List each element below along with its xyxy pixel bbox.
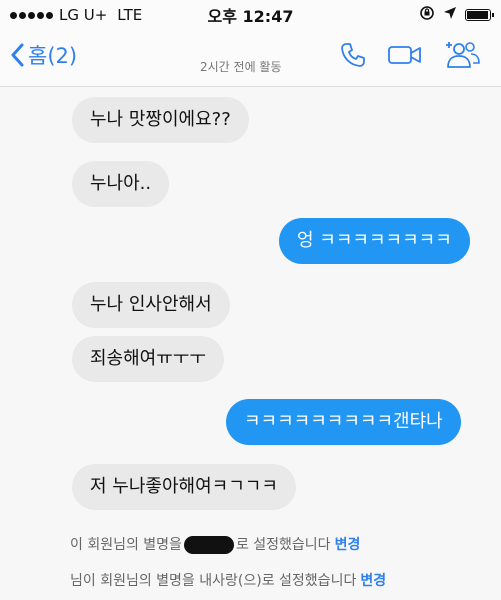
nickname-notice: 님이 회원님의 별명을 내사랑(으)로 설정했습니다 변경 bbox=[70, 570, 386, 590]
back-label: 홈(2) bbox=[28, 44, 78, 68]
status-icons bbox=[419, 0, 494, 30]
back-button[interactable]: 홈(2) bbox=[10, 40, 77, 70]
redacted-nickname bbox=[183, 536, 234, 554]
presence-status: 2시간 전에 활동 bbox=[200, 60, 282, 74]
message-bubble-incoming[interactable]: 죄송해여ㅠㅜㅜ bbox=[72, 336, 224, 382]
chat-header: 홈(2) 2시간 전에 활동 bbox=[0, 30, 501, 87]
battery-icon bbox=[465, 9, 494, 21]
messenger-screen: LG U+ LTE 오후 12:47 홈(2) 2시간 전에 활동 누나 맛짱이… bbox=[0, 0, 501, 600]
network-type: LTE bbox=[117, 6, 143, 24]
phone-call-icon[interactable] bbox=[339, 41, 367, 69]
carrier-name: LG U+ bbox=[59, 6, 108, 24]
signal-strength-icon bbox=[10, 11, 53, 19]
status-time: 오후 12:47 bbox=[207, 7, 294, 26]
add-people-icon[interactable] bbox=[443, 40, 483, 70]
video-call-icon[interactable] bbox=[387, 42, 423, 68]
header-actions bbox=[339, 40, 483, 70]
message-bubble-outgoing[interactable]: ㅋㅋㅋㅋㅋㅋㅋㅋㅋ갠탸나 bbox=[226, 399, 461, 445]
nickname-notice: 이 회원님의 별명을 로 설정했습니다 변경 bbox=[70, 534, 360, 554]
message-bubble-incoming[interactable]: 누나 맛짱이에요?? bbox=[72, 97, 249, 143]
message-bubble-incoming[interactable]: 누나아.. bbox=[72, 161, 170, 207]
location-arrow-icon bbox=[443, 6, 457, 24]
message-bubble-incoming[interactable]: 누나 인사안해서 bbox=[72, 282, 230, 328]
notice-text-suffix: 로 설정했습니다 bbox=[235, 537, 331, 553]
chevron-left-icon bbox=[11, 43, 24, 67]
message-bubble-outgoing[interactable]: 엉 ㅋㅋㅋㅋㅋㅋㅋㅋ bbox=[279, 218, 470, 264]
message-list: 누나 맛짱이에요?? 누나아.. 엉 ㅋㅋㅋㅋㅋㅋㅋㅋ 누나 인사안해서 죄송해… bbox=[0, 86, 501, 600]
notice-text: 님이 회원님의 별명을 내사랑(으)로 설정했습니다 bbox=[70, 573, 357, 589]
change-nickname-link[interactable]: 변경 bbox=[360, 573, 386, 589]
change-nickname-link[interactable]: 변경 bbox=[335, 537, 361, 553]
status-bar: LG U+ LTE 오후 12:47 bbox=[0, 0, 501, 30]
notice-text: 이 회원님의 별명을 bbox=[70, 537, 182, 553]
message-bubble-incoming[interactable]: 저 누나좋아해여ㅋㄱㄱㅋ bbox=[72, 464, 296, 510]
rotation-lock-icon bbox=[419, 5, 435, 25]
